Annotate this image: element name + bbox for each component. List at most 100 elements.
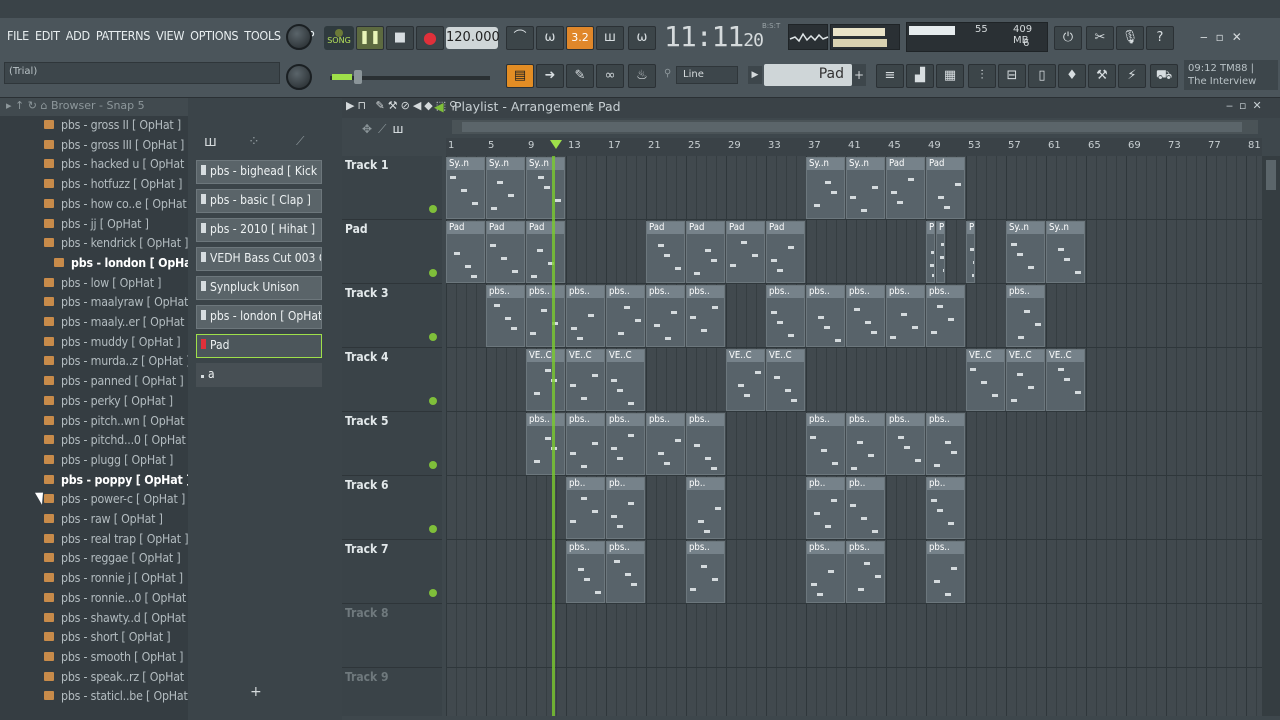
power-icon[interactable]: ⏻ (1054, 26, 1082, 50)
track-lane[interactable] (446, 668, 1262, 716)
pattern-prev-icon[interactable]: ▶ (748, 66, 762, 84)
pattern-clip[interactable]: Pad (926, 157, 965, 219)
menu-item-tools[interactable]: TOOLS (241, 28, 283, 48)
menu-item-edit[interactable]: EDIT (32, 28, 63, 48)
browser-item[interactable]: pbs - perky [ OpHat ] (44, 394, 173, 413)
pattern-clip[interactable]: Pad (926, 221, 935, 283)
track-active-led-icon[interactable] (429, 461, 437, 469)
track-lane[interactable] (446, 220, 1262, 284)
browser-item[interactable]: pbs - muddy [ OpHat ] (44, 335, 181, 354)
track-header[interactable]: Track 1 (342, 156, 442, 220)
browser-item[interactable]: pbs - real trap [ OpHat ] (44, 532, 189, 551)
pattern-clip[interactable]: Sy..n (806, 157, 845, 219)
track-header[interactable]: Track 9 (342, 668, 442, 720)
browser-item[interactable]: pbs - short [ OpHat ] (44, 630, 171, 649)
menu-item-options[interactable]: OPTIONS (187, 28, 241, 48)
pattern-clip[interactable]: pbs.. (846, 541, 885, 603)
stamp-icon[interactable]: ♨ (628, 64, 656, 88)
pattern-clip[interactable]: pbs.. (686, 413, 725, 475)
browser-item[interactable]: pbs - pitch..wn [ OpHat ] (44, 414, 192, 433)
browser-item[interactable]: pbs - ronnie j [ OpHat ] (44, 571, 183, 590)
metronome-icon[interactable]: ⌒ (506, 26, 534, 50)
pattern-clip[interactable]: pbs.. (486, 285, 525, 347)
browser-item[interactable]: pbs - hacked u [ OpHat ] (44, 157, 192, 176)
pattern-clip[interactable]: pbs.. (686, 285, 725, 347)
channel-button[interactable]: Pad (196, 334, 322, 358)
mixer-icon[interactable]: ≡ (876, 64, 904, 88)
pattern-clip[interactable]: Pad (726, 221, 765, 283)
arrow-icon[interactable]: ➜ (536, 64, 564, 88)
sliders-icon[interactable]: ⫶ (968, 64, 996, 88)
pattern-clip[interactable]: pbs.. (846, 285, 885, 347)
pattern-clip[interactable]: Pad (886, 157, 925, 219)
playlist-view-icons[interactable]: ✥⟋ш (362, 122, 409, 137)
channel-button[interactable]: Synpluck Unison (196, 276, 322, 300)
pattern-clip[interactable]: VE..C (606, 349, 645, 411)
pattern-clip[interactable]: Sy..n (846, 157, 885, 219)
pattern-clip[interactable]: Pad (526, 221, 565, 283)
playhead[interactable] (552, 156, 555, 716)
playlist-window-controls[interactable]: ‒▫✕ (1226, 99, 1268, 112)
document-icon[interactable]: ▯ (1028, 64, 1056, 88)
pattern-clip[interactable]: Pad (646, 221, 685, 283)
song-mode-button[interactable]: SONG (324, 26, 354, 50)
track-header[interactable]: Track 5 (342, 412, 442, 476)
browser-item[interactable]: pbs - panned [ OpHat ] (44, 374, 184, 393)
piano-roll-icon[interactable]: ▟ (906, 64, 934, 88)
track-active-led-icon[interactable] (429, 333, 437, 341)
browser-item[interactable]: pbs - pitchd...0 [ OpHat ] (44, 433, 193, 452)
track-header[interactable]: Track 7 (342, 540, 442, 604)
pattern-clip[interactable]: pbs.. (766, 285, 805, 347)
pattern-clip[interactable]: pbs.. (846, 413, 885, 475)
pattern-clip[interactable]: VE..C (726, 349, 765, 411)
playlist-icon[interactable]: ▤ (506, 64, 534, 88)
pattern-clip[interactable]: pbs.. (806, 413, 845, 475)
pattern-clip[interactable]: Pad (936, 221, 945, 283)
microphone-icon[interactable]: 🎙 (1116, 26, 1144, 50)
track-active-led-icon[interactable] (429, 525, 437, 533)
pattern-clip[interactable]: Sy..n (1046, 221, 1085, 283)
tempo-display[interactable]: 120.000 (446, 27, 500, 49)
pattern-clip[interactable]: pb.. (846, 477, 885, 539)
channel-button[interactable]: pbs - bighead [ Kick (196, 160, 322, 184)
pattern-clip[interactable]: pbs.. (926, 285, 965, 347)
help-icon[interactable]: ? (1146, 26, 1174, 50)
pattern-clip[interactable]: Sy..n (1006, 221, 1045, 283)
timeline-ruler[interactable]: 1 5 9 13 17 21 25 29 33 37 41 45 49 53 57 61 65 69 73 77 81 (446, 138, 1262, 156)
browser-item[interactable]: pbs - raw [ OpHat ] (44, 512, 163, 531)
browser-item[interactable]: pbs - london [ OpHat ] (54, 256, 205, 275)
pattern-clip[interactable]: Sy..n (526, 157, 565, 219)
browser-item[interactable]: pbs - kendrick [ OpHat ] (44, 236, 188, 255)
plugin-icon[interactable]: ♦ (1058, 64, 1086, 88)
browser-item[interactable]: pbs - maaly..er [ OpHat ] (44, 315, 192, 334)
track-active-led-icon[interactable] (429, 589, 437, 597)
wait-record-icon[interactable]: ω (536, 26, 564, 50)
channel-button[interactable]: pbs - london [ OpHat (196, 305, 322, 329)
slider-handle[interactable] (354, 70, 362, 84)
pattern-clip[interactable]: VE..C (1046, 349, 1085, 411)
track-header[interactable]: Pad (342, 220, 442, 284)
track-active-led-icon[interactable] (429, 269, 437, 277)
pattern-clip[interactable]: pbs.. (926, 541, 965, 603)
play-button[interactable]: ❚❚ (356, 26, 384, 50)
menu-item-file[interactable]: FILE (4, 28, 32, 48)
browser-item[interactable]: pbs - reggae [ OpHat ] (44, 551, 181, 570)
pattern-clip[interactable]: Pad (766, 221, 805, 283)
browser-item[interactable]: pbs - jj [ OpHat ] (44, 217, 149, 236)
stop-button[interactable]: ■ (386, 26, 414, 50)
pattern-clip[interactable]: pbs.. (806, 541, 845, 603)
track-header[interactable]: Track 6 (342, 476, 442, 540)
pattern-clip[interactable]: pbs.. (526, 285, 565, 347)
pattern-clip[interactable]: Pad (686, 221, 725, 283)
channel-rack-icon[interactable]: ▦ (936, 64, 964, 88)
cut-icon[interactable]: ✂ (1086, 26, 1114, 50)
channel-button[interactable]: pbs - 2010 [ Hihat ] (196, 218, 322, 242)
browser-item[interactable]: pbs - low [ OpHat ] (44, 276, 161, 295)
track-lane[interactable] (446, 604, 1262, 668)
menu-item-patterns[interactable]: PATTERNS (93, 28, 153, 48)
browser-item[interactable]: pbs - smooth [ OpHat ] (44, 650, 183, 669)
pattern-clip[interactable]: Sy..n (486, 157, 525, 219)
master-volume-knob[interactable] (286, 24, 312, 50)
browser-item[interactable]: pbs - power-c [ OpHat ] (44, 492, 185, 511)
browser-item[interactable]: pbs - shawty..d [ OpHat ] (44, 611, 193, 630)
